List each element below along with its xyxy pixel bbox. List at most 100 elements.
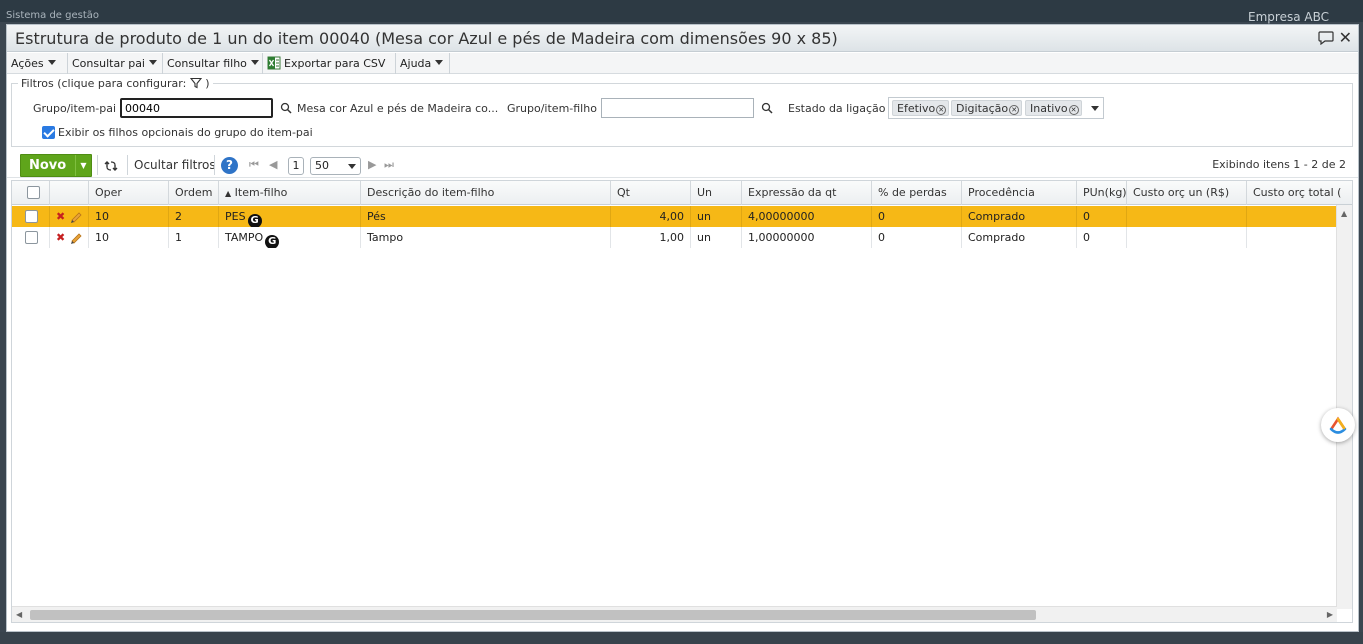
remove-tag-icon[interactable]: ✕ <box>936 105 947 115</box>
page-size-select[interactable]: 50 <box>310 157 361 175</box>
cell-perdas: 0 <box>872 206 962 227</box>
remove-tag-icon[interactable]: ✕ <box>1068 105 1079 115</box>
cell-pun: 0 <box>1077 206 1127 227</box>
product-structure-dialog: Estrutura de produto de 1 un do item 000… <box>6 24 1359 632</box>
cell-oper: 10 <box>89 227 169 248</box>
scroll-right-icon[interactable]: ▶ <box>1327 610 1333 619</box>
menu-acoes-label: Ações <box>11 57 44 70</box>
delete-icon[interactable]: ✖ <box>56 231 65 244</box>
header-custo-total[interactable]: Custo orç total ( <box>1247 181 1352 205</box>
chevron-down-icon <box>149 60 157 65</box>
menu-consultar-pai[interactable]: Consultar pai <box>68 53 163 74</box>
cell-oper: 10 <box>89 206 169 227</box>
cell-expressao: 1,00000000 <box>742 227 872 248</box>
cell-custo-total <box>1247 206 1337 227</box>
tag-efetivo[interactable]: Efetivo ✕ <box>892 100 950 116</box>
menu-exportar-csv[interactable]: Exportar para CSV <box>263 53 396 74</box>
grid-header: Oper Ordem ▲ Item-filho Descrição do ite… <box>12 181 1352 205</box>
table-row[interactable]: ✖ 10 1 TAMPO G Tampo 1,00 un 1,00000000 0… <box>12 227 1337 248</box>
table-row[interactable]: ✖ 10 2 PES G Pés 4,00 un 4,00000000 0 Com… <box>12 206 1337 227</box>
exibir-opcionais-label: Exibir os filhos opcionais do grupo do i… <box>58 126 313 139</box>
header-qt[interactable]: Qt <box>611 181 691 205</box>
edit-icon[interactable] <box>69 209 83 223</box>
scroll-left-icon[interactable]: ◀ <box>16 610 22 619</box>
horizontal-scrollbar[interactable]: ◀ ▶ <box>12 606 1337 622</box>
cell-qt: 4,00 <box>611 206 691 227</box>
menu-consultar-pai-label: Consultar pai <box>72 57 145 70</box>
tag-inativo[interactable]: Inativo ✕ <box>1025 100 1082 116</box>
close-icon[interactable]: ✕ <box>1339 28 1352 47</box>
dialog-title: Estrutura de produto de 1 un do item 000… <box>15 29 838 48</box>
page-number-input[interactable]: 1 <box>288 157 304 175</box>
filters-legend-close: ) <box>205 77 210 90</box>
row-checkbox[interactable] <box>25 210 38 223</box>
item-filho-code: PES <box>225 210 246 223</box>
structure-grid: Oper Ordem ▲ Item-filho Descrição do ite… <box>11 180 1353 623</box>
header-descricao[interactable]: Descrição do item-filho <box>361 181 611 205</box>
search-icon[interactable] <box>761 102 773 114</box>
cell-custo-un <box>1127 227 1247 248</box>
edit-icon[interactable] <box>69 230 83 244</box>
novo-button[interactable]: Novo ▼ <box>20 154 92 177</box>
vertical-scrollbar[interactable]: ▲ <box>1336 205 1352 609</box>
tag-digitacao[interactable]: Digitação ✕ <box>951 100 1023 116</box>
scroll-up-icon[interactable]: ▲ <box>1341 209 1347 218</box>
cell-ordem: 1 <box>169 227 219 248</box>
excel-icon <box>267 56 281 70</box>
filter-icon[interactable] <box>189 77 202 89</box>
background-footer <box>0 632 1363 644</box>
refresh-icon[interactable] <box>104 159 118 173</box>
help-icon[interactable]: ? <box>221 157 238 174</box>
row-select-cell <box>12 206 50 227</box>
cell-qt: 1,00 <box>611 227 691 248</box>
pagination-summary: Exibindo itens 1 - 2 de 2 <box>1212 158 1346 171</box>
last-page-icon[interactable]: ⏭ <box>384 158 394 172</box>
chevron-down-icon <box>348 164 356 169</box>
exibir-opcionais-checkbox[interactable] <box>42 126 55 139</box>
scrollbar-thumb[interactable] <box>30 610 1036 620</box>
grupo-item-filho-input[interactable] <box>601 98 754 118</box>
chevron-down-icon[interactable] <box>1091 106 1099 111</box>
grupo-badge-icon: G <box>265 235 280 248</box>
remove-tag-icon[interactable]: ✕ <box>1009 105 1020 115</box>
cell-descricao: Pés <box>361 206 611 227</box>
chevron-down-icon[interactable]: ▼ <box>75 155 91 176</box>
header-pun[interactable]: PUn(kg) <box>1077 181 1127 205</box>
prev-page-icon[interactable]: ◀ <box>269 158 277 171</box>
header-procedencia[interactable]: Procedência <box>962 181 1077 205</box>
estado-ligacao-select[interactable]: Efetivo ✕ Digitação ✕ Inativo ✕ <box>888 97 1104 119</box>
cell-descricao: Tampo <box>361 227 611 248</box>
header-ordem[interactable]: Ordem <box>169 181 219 205</box>
header-item-filho[interactable]: ▲ Item-filho <box>219 181 361 205</box>
chevron-down-icon <box>47 60 56 65</box>
filters-legend[interactable]: Filtros (clique para configurar: ) <box>18 77 213 90</box>
menu-ajuda[interactable]: Ajuda <box>396 53 450 74</box>
chat-icon[interactable] <box>1318 31 1334 45</box>
cell-custo-total <box>1247 227 1337 248</box>
header-expressao[interactable]: Expressão da qt <box>742 181 872 205</box>
dialog-titlebar[interactable]: Estrutura de produto de 1 un do item 000… <box>7 25 1358 52</box>
menu-consultar-filho[interactable]: Consultar filho <box>163 53 263 74</box>
menu-ajuda-label: Ajuda <box>400 57 432 70</box>
header-oper[interactable]: Oper <box>89 181 169 205</box>
header-custo-un[interactable]: Custo orç un (R$) <box>1127 181 1247 205</box>
header-un[interactable]: Un <box>691 181 742 205</box>
ocultar-filtros-button[interactable]: Ocultar filtros <box>134 158 216 172</box>
next-page-icon[interactable]: ▶ <box>368 158 376 171</box>
menu-acoes[interactable]: Ações <box>7 53 68 74</box>
header-item-filho-label: Item-filho <box>234 186 288 199</box>
grupo-item-pai-input[interactable] <box>120 98 273 118</box>
row-checkbox[interactable] <box>25 231 38 244</box>
select-all-checkbox[interactable] <box>27 186 40 199</box>
novo-button-label: Novo <box>29 158 67 173</box>
delete-icon[interactable]: ✖ <box>56 210 65 223</box>
page-size-value: 50 <box>315 159 329 172</box>
search-icon[interactable] <box>280 102 292 114</box>
first-page-icon[interactable]: ⏮ <box>249 158 259 172</box>
header-perdas[interactable]: % de perdas <box>872 181 962 205</box>
assistant-button[interactable] <box>1321 408 1355 442</box>
background-app-bar: Sistema de gestão Empresa ABC <box>0 0 1363 24</box>
cell-ordem: 2 <box>169 206 219 227</box>
divider <box>97 155 98 175</box>
grupo-badge-icon: G <box>247 214 262 227</box>
